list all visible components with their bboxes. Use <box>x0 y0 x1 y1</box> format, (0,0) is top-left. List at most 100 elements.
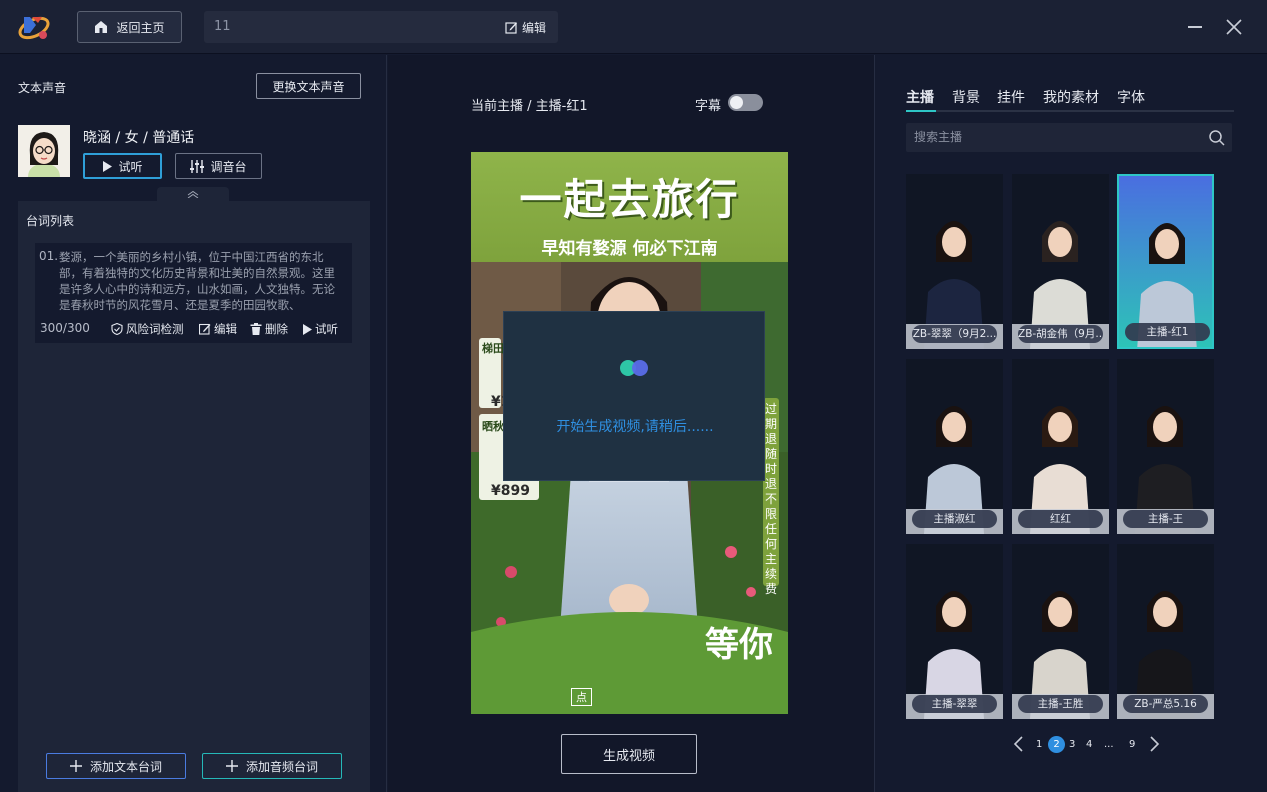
mixer-button[interactable]: 调音台 <box>175 153 262 179</box>
tab-host[interactable]: 主播 <box>906 87 934 107</box>
tab-background[interactable]: 背景 <box>952 87 980 107</box>
script-char-count: 300/300 <box>40 321 90 335</box>
subtitle-label: 字幕 <box>695 99 722 114</box>
page-4[interactable]: 4 <box>1086 739 1092 750</box>
top-bar <box>0 0 1267 54</box>
add-audio-script-label: 添加音频台词 <box>245 759 318 774</box>
tab-active-indicator <box>906 110 936 112</box>
add-text-script-label: 添加文本台词 <box>89 759 162 774</box>
trash-icon <box>250 323 262 335</box>
search-icon[interactable] <box>1208 129 1226 147</box>
host-figure <box>906 174 1003 349</box>
host-figure <box>1012 174 1109 349</box>
voice-listen-label: 试听 <box>118 159 143 174</box>
return-home-button[interactable]: 返回主页 <box>77 11 182 43</box>
host-card-label: ZB-翠翠（9月2... <box>912 325 997 343</box>
mixer-label: 调音台 <box>210 159 247 174</box>
script-edit-label: 编辑 <box>214 322 237 336</box>
project-name: 11 <box>214 19 231 34</box>
loading-text: 开始生成视频,请稍后...... <box>556 419 714 435</box>
host-figure <box>1012 544 1109 719</box>
host-card-label: 主播-红1 <box>1125 323 1210 341</box>
risk-check-label: 风险词检测 <box>126 322 184 336</box>
collapse-chevron-icon[interactable] <box>157 187 229 201</box>
host-card-label: ZB-严总5.16 <box>1123 695 1208 713</box>
generate-video-button[interactable]: 生成视频 <box>561 734 697 774</box>
app-logo-icon <box>16 11 52 43</box>
mixer-icon <box>190 159 205 173</box>
poster-link: 点 <box>571 688 592 706</box>
host-card[interactable]: 主播淑红 <box>906 359 1003 534</box>
page-1[interactable]: 1 <box>1036 739 1042 750</box>
loading-dialog: 开始生成视频,请稍后...... <box>503 311 765 481</box>
change-voice-button[interactable]: 更换文本声音 <box>256 73 361 99</box>
host-card[interactable]: ZB-翠翠（9月2... <box>906 174 1003 349</box>
home-icon <box>95 21 108 33</box>
add-audio-script-button[interactable]: 添加音频台词 <box>202 753 342 779</box>
host-card[interactable]: ZB-严总5.16 <box>1117 544 1214 719</box>
script-list-title: 台词列表 <box>26 214 75 228</box>
host-figure <box>1012 359 1109 534</box>
play-icon <box>103 160 113 172</box>
script-item-number: 01. <box>39 249 59 263</box>
host-card-label: 主播-王 <box>1123 510 1208 528</box>
host-figure <box>906 359 1003 534</box>
host-card[interactable]: 主播-王胜 <box>1012 544 1109 719</box>
script-delete-label: 删除 <box>265 322 288 336</box>
script-delete-button[interactable]: 删除 <box>250 321 288 337</box>
voice-section-title: 文本声音 <box>18 81 67 95</box>
host-figure <box>1117 544 1214 719</box>
voice-listen-button[interactable]: 试听 <box>83 153 162 179</box>
voice-name: 晓涵 / 女 / 普通话 <box>83 130 195 146</box>
loading-spinner-icon <box>620 360 648 376</box>
play-icon <box>303 323 312 335</box>
host-search-box <box>906 123 1232 152</box>
next-page-icon[interactable] <box>1149 736 1161 752</box>
host-card-label: 红红 <box>1018 510 1103 528</box>
current-host-label: 当前主播 / 主播-红1 <box>471 99 588 114</box>
host-search-input[interactable] <box>914 130 1194 144</box>
tab-my-materials[interactable]: 我的素材 <box>1043 87 1099 107</box>
script-item-text: 婺源，一个美丽的乡村小镇，位于中国江西省的东北部，有着独特的文化历史背景和壮美的… <box>59 250 335 311</box>
subtitle-toggle-knob <box>730 96 743 109</box>
host-card[interactable]: 主播-翠翠 <box>906 544 1003 719</box>
add-text-script-button[interactable]: 添加文本台词 <box>46 753 186 779</box>
plus-icon <box>69 760 82 772</box>
edit-label: 编辑 <box>521 21 546 35</box>
voice-avatar <box>18 125 70 177</box>
minimize-icon[interactable] <box>1188 26 1202 28</box>
poster-title: 一起去旅行 <box>519 175 740 224</box>
tab-divider <box>906 110 1234 112</box>
return-home-label: 返回主页 <box>116 20 165 35</box>
host-figure <box>906 544 1003 719</box>
host-card[interactable]: ZB-胡金伟（9月... <box>1012 174 1109 349</box>
host-card-label: 主播淑红 <box>912 510 997 528</box>
edit-project-button[interactable]: 编辑 <box>505 19 546 36</box>
edit-icon <box>505 22 517 34</box>
close-icon[interactable] <box>1224 17 1244 37</box>
poster-side-text: 过期退 随时退 不限任何主续费 <box>765 402 778 596</box>
host-figure <box>1117 359 1214 534</box>
host-card[interactable]: 主播-红1 <box>1117 174 1214 349</box>
page-2-active[interactable]: 2 <box>1048 736 1065 753</box>
project-name-box: 11 编辑 <box>204 11 558 43</box>
prev-page-icon[interactable] <box>1012 736 1024 752</box>
page-ellipsis: ... <box>1104 739 1114 750</box>
shield-check-icon <box>111 323 123 335</box>
subtitle-toggle[interactable] <box>728 94 763 111</box>
poster-subtitle: 早知有婺源 何必下江南 <box>541 239 718 259</box>
page-9[interactable]: 9 <box>1129 739 1135 750</box>
script-edit-button[interactable]: 编辑 <box>199 321 237 337</box>
edit-icon <box>199 323 211 335</box>
script-listen-label: 试听 <box>315 322 338 336</box>
poster-tag-2: 晒秋 <box>482 420 504 433</box>
page-3[interactable]: 3 <box>1069 739 1075 750</box>
host-card[interactable]: 主播-王 <box>1117 359 1214 534</box>
tab-font[interactable]: 字体 <box>1117 87 1145 107</box>
tab-widget[interactable]: 挂件 <box>997 87 1025 107</box>
script-listen-button[interactable]: 试听 <box>303 321 338 337</box>
risk-check-button[interactable]: 风险词检测 <box>111 321 184 337</box>
host-card[interactable]: 红红 <box>1012 359 1109 534</box>
poster-tag-1: 梯田 <box>482 342 504 355</box>
host-card-label: ZB-胡金伟（9月... <box>1018 325 1103 343</box>
